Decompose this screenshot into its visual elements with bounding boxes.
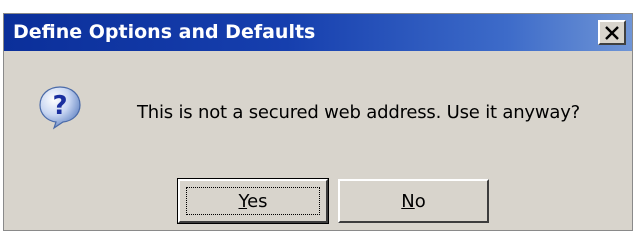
no-button-label: No xyxy=(401,191,425,212)
yes-button[interactable]: Yes xyxy=(177,178,329,224)
no-label-rest: o xyxy=(414,190,426,212)
close-icon xyxy=(605,25,619,40)
title-bar[interactable]: Define Options and Defaults xyxy=(4,14,632,51)
focus-rectangle xyxy=(186,187,320,215)
dialog-window: Define Options and Defaults ? This is no… xyxy=(3,13,633,231)
no-mnemonic: N xyxy=(401,190,415,212)
dialog-title: Define Options and Defaults xyxy=(13,21,316,43)
question-icon: ? xyxy=(39,86,81,130)
no-button[interactable]: No xyxy=(338,179,489,223)
dialog-message: This is not a secured web address. Use i… xyxy=(137,102,581,123)
close-button[interactable] xyxy=(598,20,626,45)
svg-text:?: ? xyxy=(52,91,67,121)
